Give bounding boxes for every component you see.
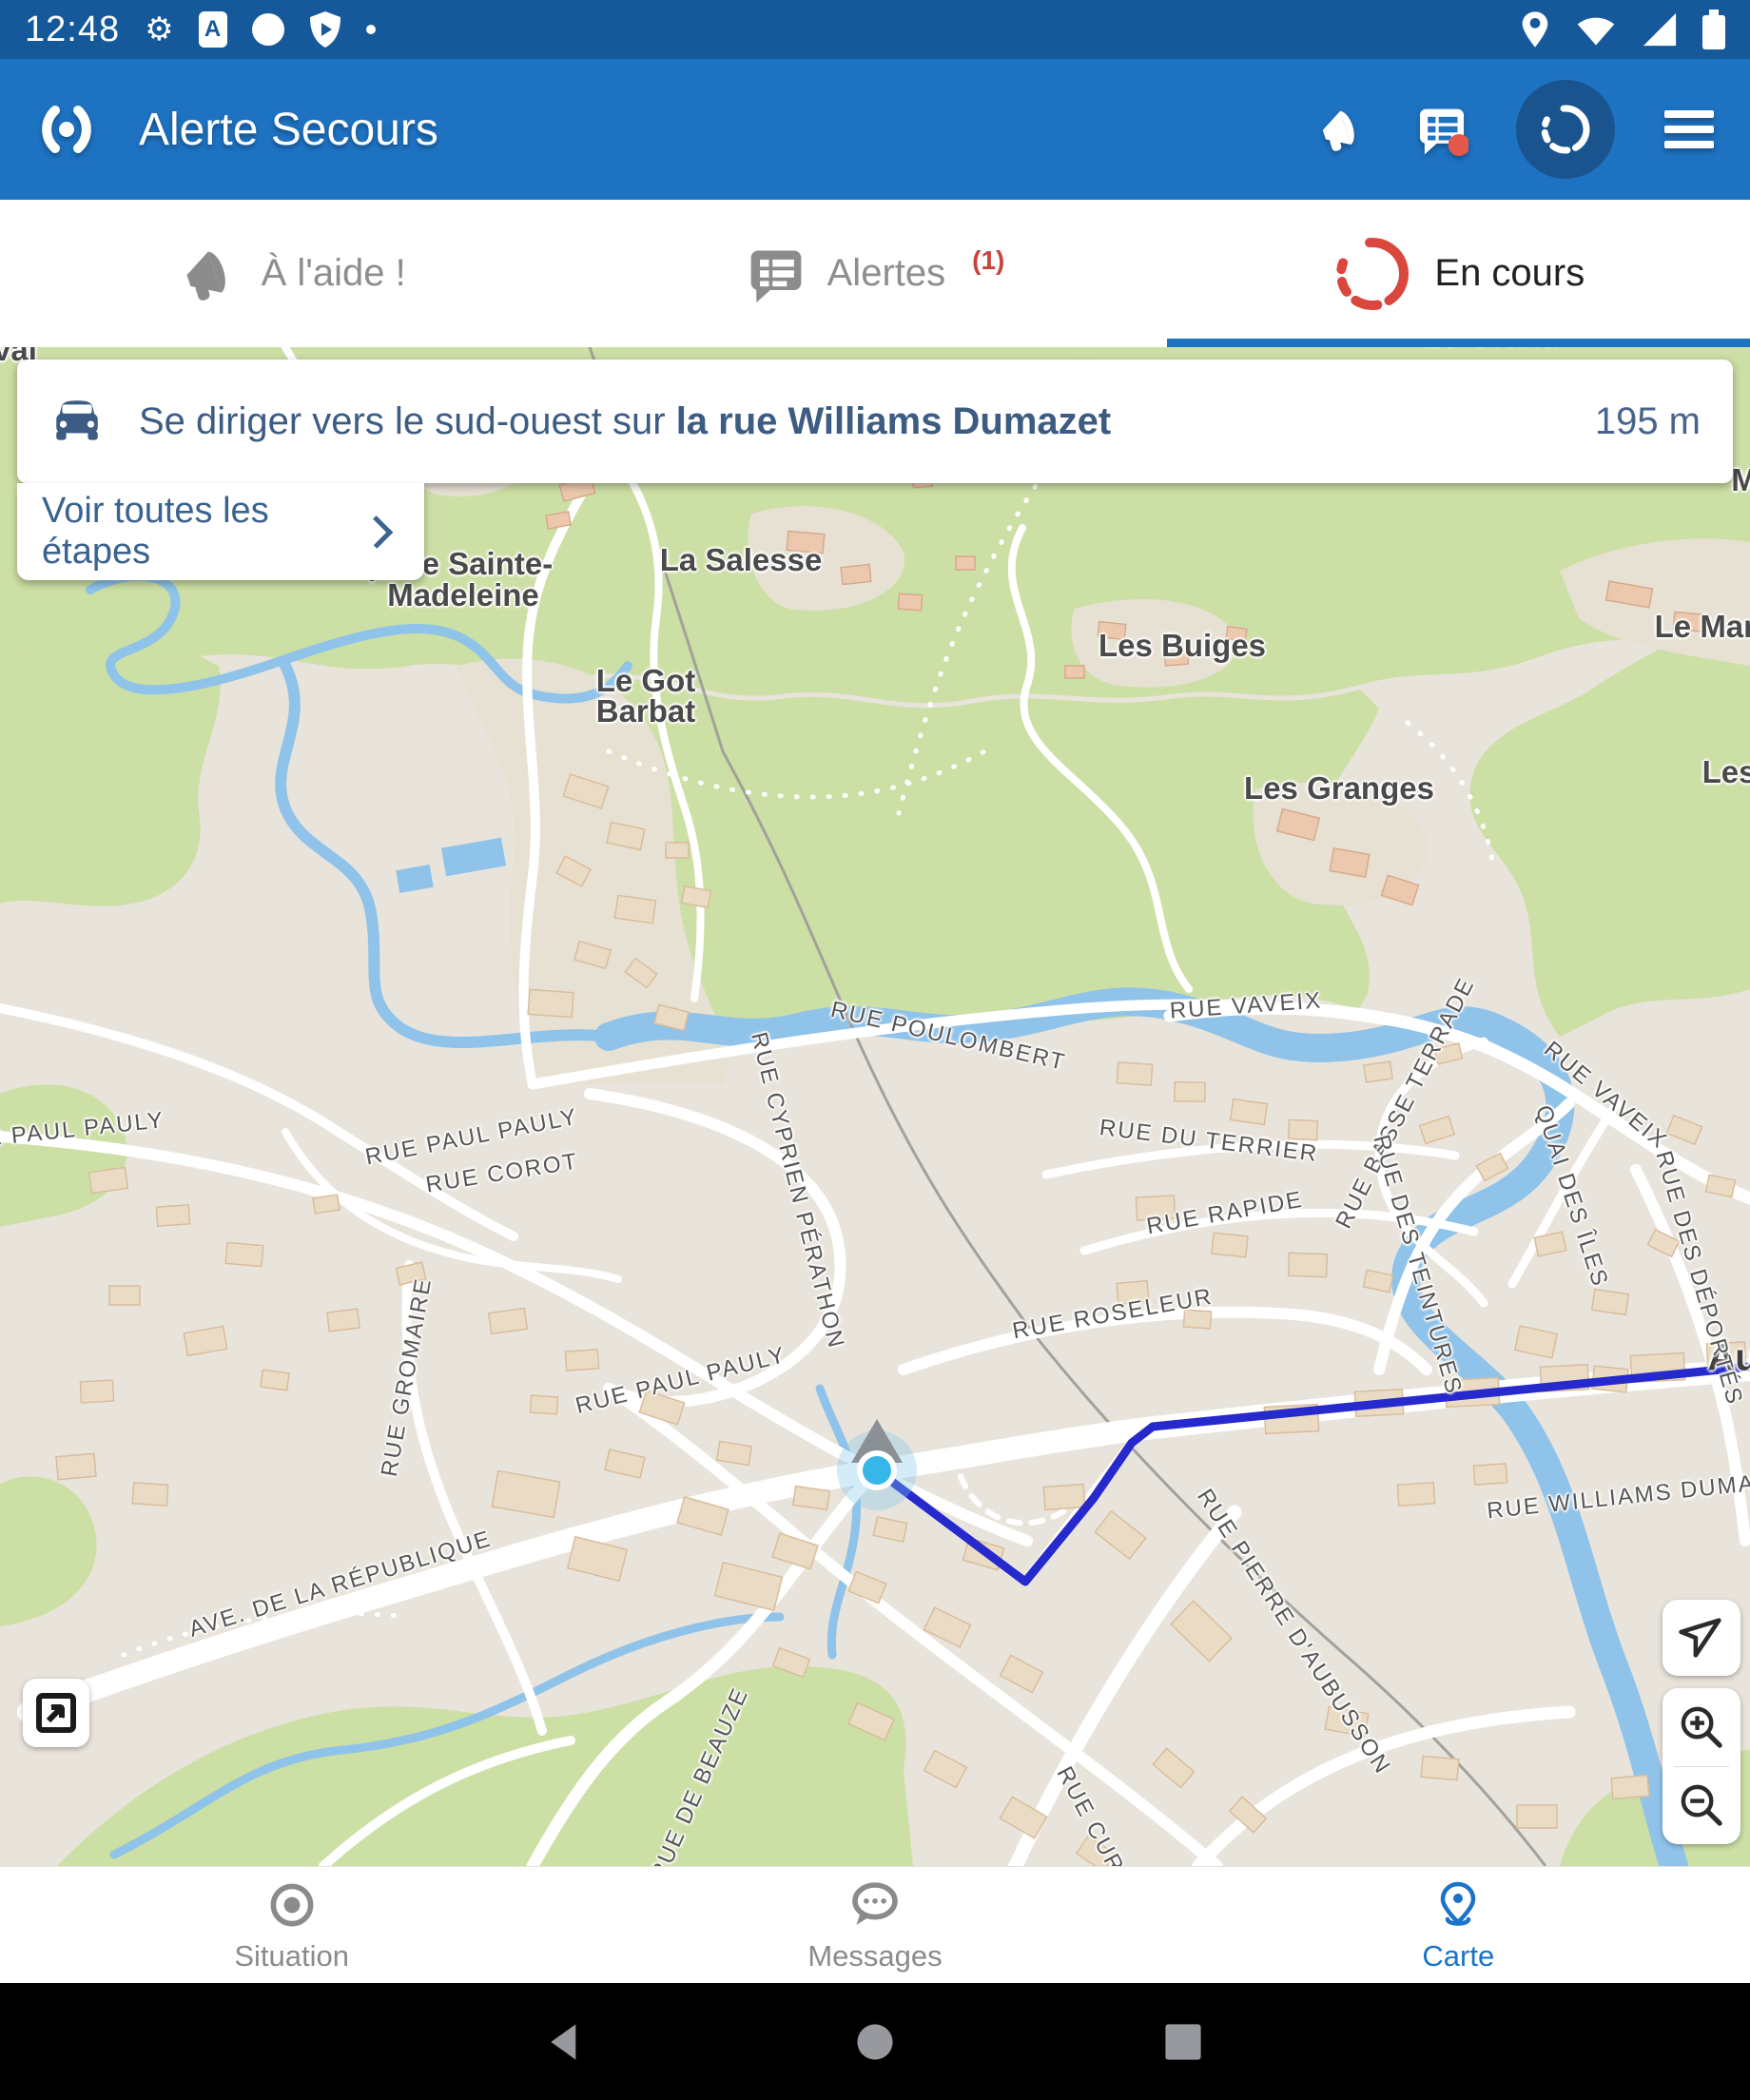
- alerte-secours-logo-icon: [34, 97, 99, 162]
- clock: 12:48: [25, 10, 120, 50]
- shield-play-icon: [309, 10, 341, 49]
- tab-label: En cours: [1434, 252, 1585, 295]
- current-location-marker: [863, 1456, 891, 1485]
- tab-label: Alertes: [827, 252, 946, 295]
- zoom-in-button[interactable]: [1662, 1688, 1740, 1766]
- navigation-arrow-icon: [1677, 1613, 1726, 1662]
- tab-label: À l'aide !: [262, 252, 406, 295]
- bottom-nav-messages[interactable]: Messages: [583, 1867, 1166, 1984]
- all-steps-label: Voir toutes les étapes: [42, 491, 365, 573]
- zoom-out-button[interactable]: [1662, 1767, 1740, 1845]
- open-in-new-icon: [34, 1691, 78, 1735]
- dot-notification-icon: [366, 25, 376, 34]
- spinner-icon: [1332, 233, 1413, 315]
- android-navigation-bar: [0, 1983, 1750, 2100]
- android-home-button[interactable]: [850, 2017, 900, 2067]
- tab-en-cours[interactable]: En cours: [1167, 200, 1750, 347]
- messages-bubble-icon: [848, 1878, 902, 1932]
- location-status-icon: [1520, 10, 1550, 49]
- zoom-controls: [1662, 1688, 1740, 1844]
- bottom-nav-situation[interactable]: Situation: [0, 1867, 583, 1984]
- zoom-in-icon: [1678, 1703, 1725, 1751]
- status-bar: 12:48 ⚙ A: [0, 0, 1750, 59]
- battery-icon: [1702, 10, 1725, 49]
- alert-count-badge: (1): [972, 245, 1004, 276]
- hamburger-menu-button[interactable]: [1662, 103, 1716, 156]
- compass-locate-button[interactable]: [1662, 1600, 1740, 1676]
- page-title: Alerte Secours: [139, 104, 438, 156]
- situation-target-icon: [265, 1878, 319, 1932]
- app-bar: Alerte Secours: [0, 59, 1750, 200]
- megaphone-button[interactable]: [1314, 103, 1368, 156]
- messages-button[interactable]: [1415, 103, 1468, 156]
- en-cours-button[interactable]: [1516, 80, 1615, 179]
- car-icon: [49, 394, 105, 449]
- alert-list-icon: [746, 243, 807, 304]
- bottom-nav-label: Messages: [807, 1939, 942, 1974]
- tab-alertes[interactable]: Alertes (1): [583, 200, 1166, 347]
- navigation-instruction-card[interactable]: Se diriger vers le sud-ouest sur la rue …: [17, 360, 1733, 483]
- megaphone-icon: [178, 243, 241, 305]
- zoom-out-icon: [1678, 1781, 1725, 1829]
- map-view[interactable]: valLe GrandMpelle Sainte-MadeleineLa Sal…: [0, 347, 1750, 1866]
- tab-bar: À l'aide ! Alertes (1) En cours: [0, 200, 1750, 347]
- instruction-road: la rue Williams Dumazet: [676, 400, 1112, 442]
- open-fullscreen-map-button[interactable]: [23, 1679, 89, 1747]
- android-back-button[interactable]: [542, 2017, 592, 2067]
- wifi-icon: [1575, 11, 1617, 48]
- instruction-distance: 195 m: [1595, 400, 1701, 443]
- tab-a-laide[interactable]: À l'aide !: [0, 200, 583, 347]
- bottom-nav-label: Situation: [234, 1939, 349, 1974]
- bottom-nav-label: Carte: [1422, 1939, 1494, 1974]
- circle-notification-icon: [252, 13, 284, 46]
- settings-notification-icon: ⚙: [145, 13, 173, 46]
- map-pin-icon: [1431, 1878, 1485, 1932]
- bottom-nav: Situation Messages Carte: [0, 1866, 1750, 1984]
- keyboard-app-icon: A: [199, 11, 227, 48]
- all-steps-button[interactable]: Voir toutes les étapes: [17, 483, 424, 580]
- bottom-nav-carte[interactable]: Carte: [1167, 1867, 1750, 1984]
- instruction-text: Se diriger vers le sud-ouest sur la rue …: [139, 400, 1111, 443]
- active-tab-indicator: [1167, 339, 1750, 347]
- signal-icon: [1642, 11, 1678, 48]
- android-recents-button[interactable]: [1158, 2017, 1208, 2067]
